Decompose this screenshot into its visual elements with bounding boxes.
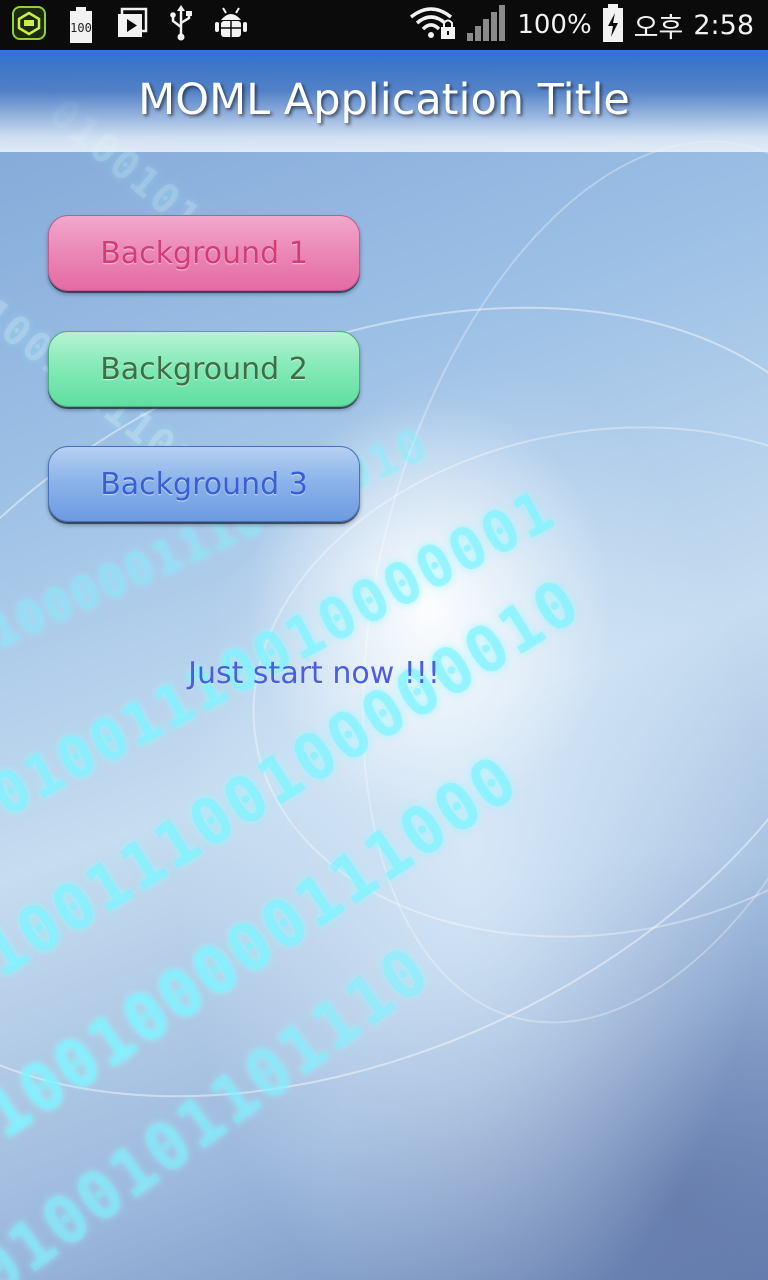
- background-3-button[interactable]: Background 3: [48, 446, 360, 522]
- battery-charging-icon: [602, 4, 624, 46]
- notification-icons: 100: [0, 5, 248, 45]
- status-bar: 100 100% 오후 2:58: [0, 0, 768, 50]
- background-2-button-label: Background 2: [100, 351, 308, 387]
- media-play-icon: [116, 7, 148, 43]
- page-title: MOML Application Title: [138, 75, 630, 125]
- usb-icon: [170, 5, 192, 45]
- background-1-button-label: Background 1: [100, 235, 308, 271]
- background-1-button[interactable]: Background 1: [48, 215, 360, 291]
- system-status: 100% 오후 2:58: [409, 0, 754, 50]
- background-3-button-label: Background 3: [100, 466, 308, 502]
- battery-100-icon: 100: [68, 7, 94, 43]
- android-debug-icon: [214, 6, 248, 44]
- app-icon: [12, 6, 46, 44]
- title-bar: MOML Application Title: [0, 50, 768, 152]
- battery-level-label: 100: [70, 21, 92, 35]
- background-2-button[interactable]: Background 2: [48, 331, 360, 407]
- battery-percent: 100%: [517, 10, 592, 40]
- clock-time: 2:58: [693, 9, 754, 41]
- wifi-lock-icon: [409, 5, 457, 45]
- signal-icon: [467, 5, 507, 45]
- clock-ampm: 오후: [633, 12, 684, 44]
- start-message: Just start now !!!: [188, 656, 440, 691]
